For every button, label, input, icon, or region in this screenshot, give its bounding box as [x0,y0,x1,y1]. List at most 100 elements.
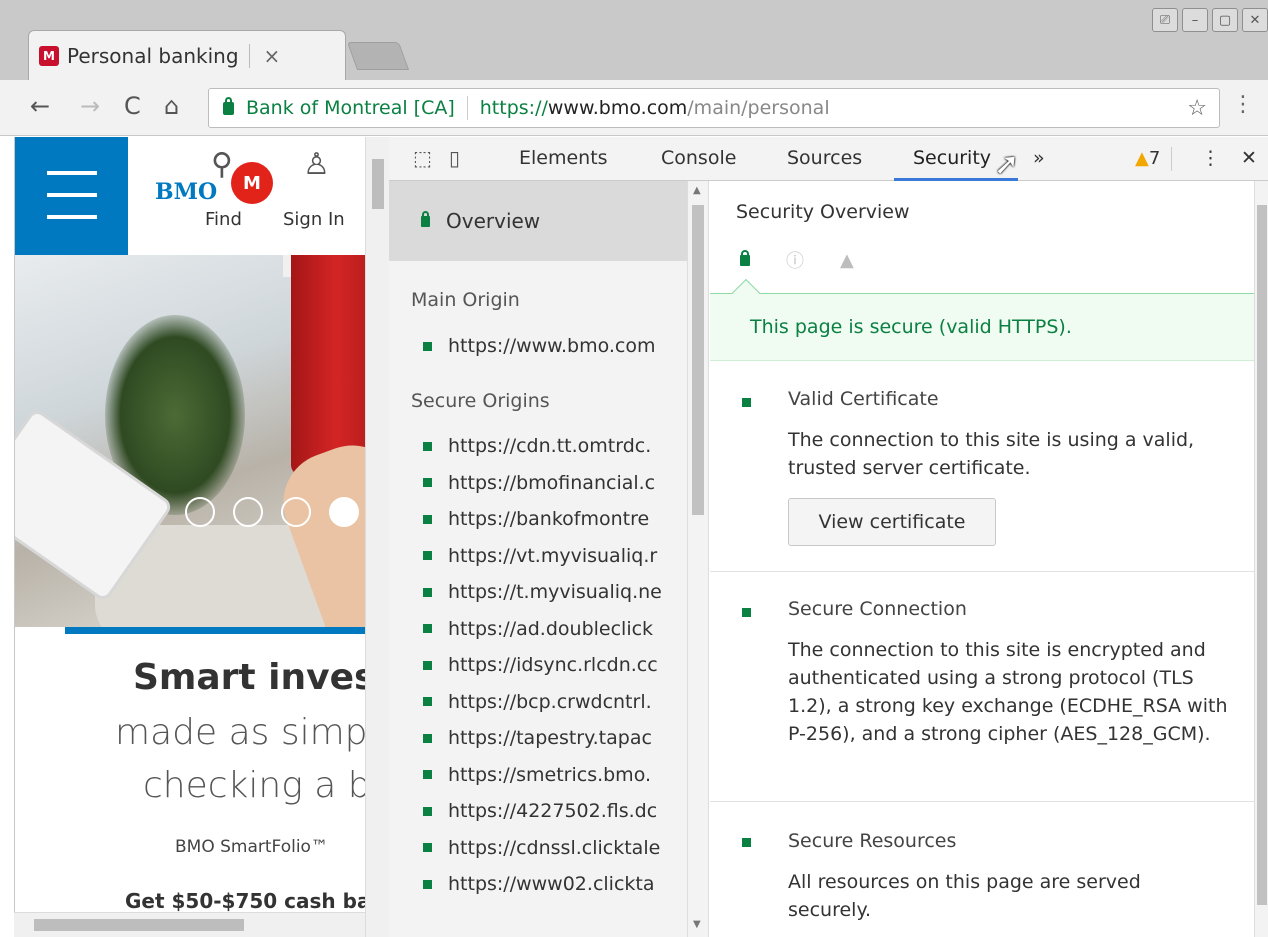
scroll-up-arrow-icon[interactable]: ▲ [693,185,701,196]
sidebar-item-main-origin[interactable]: https://www.bmo.com [423,335,656,357]
sidebar-item-secure-origin[interactable]: https://t.myvisualiq.ne [423,581,662,603]
page-horizontal-scrollbar[interactable] [14,912,365,937]
sidebar-scroll-thumb[interactable] [692,205,704,515]
sidebar-item-secure-origin[interactable]: https://4227502.fls.dc [423,800,657,822]
address-bar[interactable]: Bank of Montreal [CA] https://www.bmo.co… [208,88,1220,128]
tab-separator [248,43,250,68]
tab-close-icon[interactable]: × [264,44,281,68]
warning-icon: ▲ [840,249,854,271]
sidebar-item-secure-origin[interactable]: https://vt.myvisualiq.r [423,545,657,567]
browser-titlebar: M Personal banking × ⎚ – ▢ ✕ [0,0,1268,80]
security-overview-panel: Security Overview ⓘ ▲ This page is secur… [710,181,1254,937]
secure-lock-icon [740,249,750,266]
user-profile-icon[interactable]: ⎚ [1152,8,1178,32]
promo-product-name: BMO SmartFolio™ [175,837,328,857]
page-hscroll-thumb[interactable] [34,919,244,931]
url-scheme: https:// [479,97,548,119]
origin-label: https://bankofmontre [448,508,650,530]
secure-square-icon [742,608,751,617]
sidebar-item-secure-origin[interactable]: https://bmofinancial.c [423,472,655,494]
sidebar-item-secure-origin[interactable]: https://tapestry.tapac [423,727,652,749]
home-icon[interactable]: ⌂ [164,92,179,120]
secure-square-icon [423,843,432,852]
tab-sources[interactable]: Sources [787,147,862,169]
sidebar-item-secure-origin[interactable]: https://ad.doubleclick [423,618,653,640]
panel-scrollbar[interactable] [1254,181,1268,937]
secure-square-icon [423,341,432,351]
hamburger-menu-button[interactable] [15,137,128,255]
origin-label: https://www.bmo.com [448,335,656,357]
tab-elements[interactable]: Elements [519,147,608,169]
device-toolbar-icon[interactable]: ▯ [449,146,460,170]
more-tabs-icon[interactable]: » [1033,147,1045,169]
sidebar-scrollbar[interactable]: ▲ ▼ [687,181,709,937]
security-state-icons: ⓘ ▲ [740,247,854,273]
warning-icon: ▲ [1135,148,1149,169]
sidebar-item-secure-origin[interactable]: https://cdn.tt.omtrdc. [423,435,651,457]
sign-in-link[interactable]: Sign In [283,209,345,230]
sidebar-item-overview[interactable]: Overview [389,181,687,261]
carousel-dot[interactable] [185,497,215,527]
sidebar-item-secure-origin[interactable]: https://bankofmontre [423,508,649,530]
sidebar-item-secure-origin[interactable]: https://bcp.crwdcntrl. [423,691,652,713]
location-pin-icon[interactable]: ⚲ [211,147,233,182]
hamburger-line [47,193,97,197]
bookmark-star-icon[interactable]: ☆ [1187,96,1207,121]
warnings-count: 7 [1148,148,1161,169]
tab-console[interactable]: Console [661,147,736,169]
card-description: The connection to this site is encrypted… [788,639,1228,745]
scroll-down-arrow-icon[interactable]: ▼ [693,919,701,930]
carousel-dot[interactable] [233,497,263,527]
browser-tab[interactable]: M Personal banking × [28,30,346,80]
devtools-close-icon[interactable]: ✕ [1241,147,1257,169]
browser-menu-icon[interactable]: ⋮ [1232,92,1254,117]
close-window-icon[interactable]: ✕ [1242,8,1268,32]
hamburger-line [47,215,97,219]
sidebar-item-secure-origin[interactable]: https://idsync.rlcdn.cc [423,654,658,676]
view-certificate-button[interactable]: View certificate [788,498,996,546]
tab-security[interactable]: Security [913,147,991,169]
card-title: Valid Certificate [788,388,939,410]
secure-square-icon [423,624,432,633]
info-icon: ⓘ [786,251,804,272]
warnings-counter[interactable]: ▲7 [1135,148,1160,169]
origin-label: https://ad.doubleclick [448,617,654,640]
security-sidebar: Overview Main Origin https://www.bmo.com… [389,181,687,937]
forward-icon[interactable]: → [80,92,100,120]
minimize-icon[interactable]: – [1182,8,1208,32]
find-link[interactable]: Find [205,209,242,230]
secure-square-icon [423,806,432,816]
secure-square-icon [423,587,432,597]
bmo-roundel-logo[interactable]: M [231,162,273,204]
secure-lock-icon[interactable] [223,96,234,115]
reload-icon[interactable]: C [124,92,141,120]
sidebar-item-secure-origin[interactable]: https://smetrics.bmo. [423,764,651,786]
carousel-dot[interactable] [281,497,311,527]
secure-square-icon [423,514,432,524]
origin-label: https://smetrics.bmo. [448,763,652,786]
origin-label: https://bmofinancial.c [448,471,656,494]
secure-square-icon [423,441,432,451]
origin-label: https://t.myvisualiq.ne [448,581,662,603]
bmo-favicon-icon: M [39,45,59,66]
devtools-menu-icon[interactable]: ⋮ [1201,147,1220,169]
page-scroll-thumb[interactable] [372,159,384,209]
ev-organization[interactable]: Bank of Montreal [CA] [246,97,455,119]
back-icon[interactable]: ← [30,92,50,120]
origin-label: https://cdn.tt.omtrdc. [448,435,652,457]
lock-icon [421,210,430,227]
omnibox-separator [466,96,468,120]
page-vertical-scrollbar[interactable] [365,137,389,937]
browser-toolbar: ← → C ⌂ Bank of Montreal [CA] https://ww… [0,80,1268,136]
panel-scroll-thumb[interactable] [1257,205,1267,905]
origin-label: https://tapestry.tapac [448,727,652,749]
user-icon[interactable]: ♙ [303,147,330,182]
bmo-logo-text[interactable]: BMO [155,179,217,205]
sidebar-item-secure-origin[interactable]: https://cdnssl.clicktale [423,837,660,859]
main-origin-heading: Main Origin [411,289,520,311]
carousel-dot-active[interactable] [329,497,359,527]
inspect-element-icon[interactable]: ⬚ [413,146,432,170]
new-tab-button[interactable] [346,42,410,70]
maximize-icon[interactable]: ▢ [1212,8,1238,32]
sidebar-item-secure-origin[interactable]: https://www02.clickta [423,873,655,895]
